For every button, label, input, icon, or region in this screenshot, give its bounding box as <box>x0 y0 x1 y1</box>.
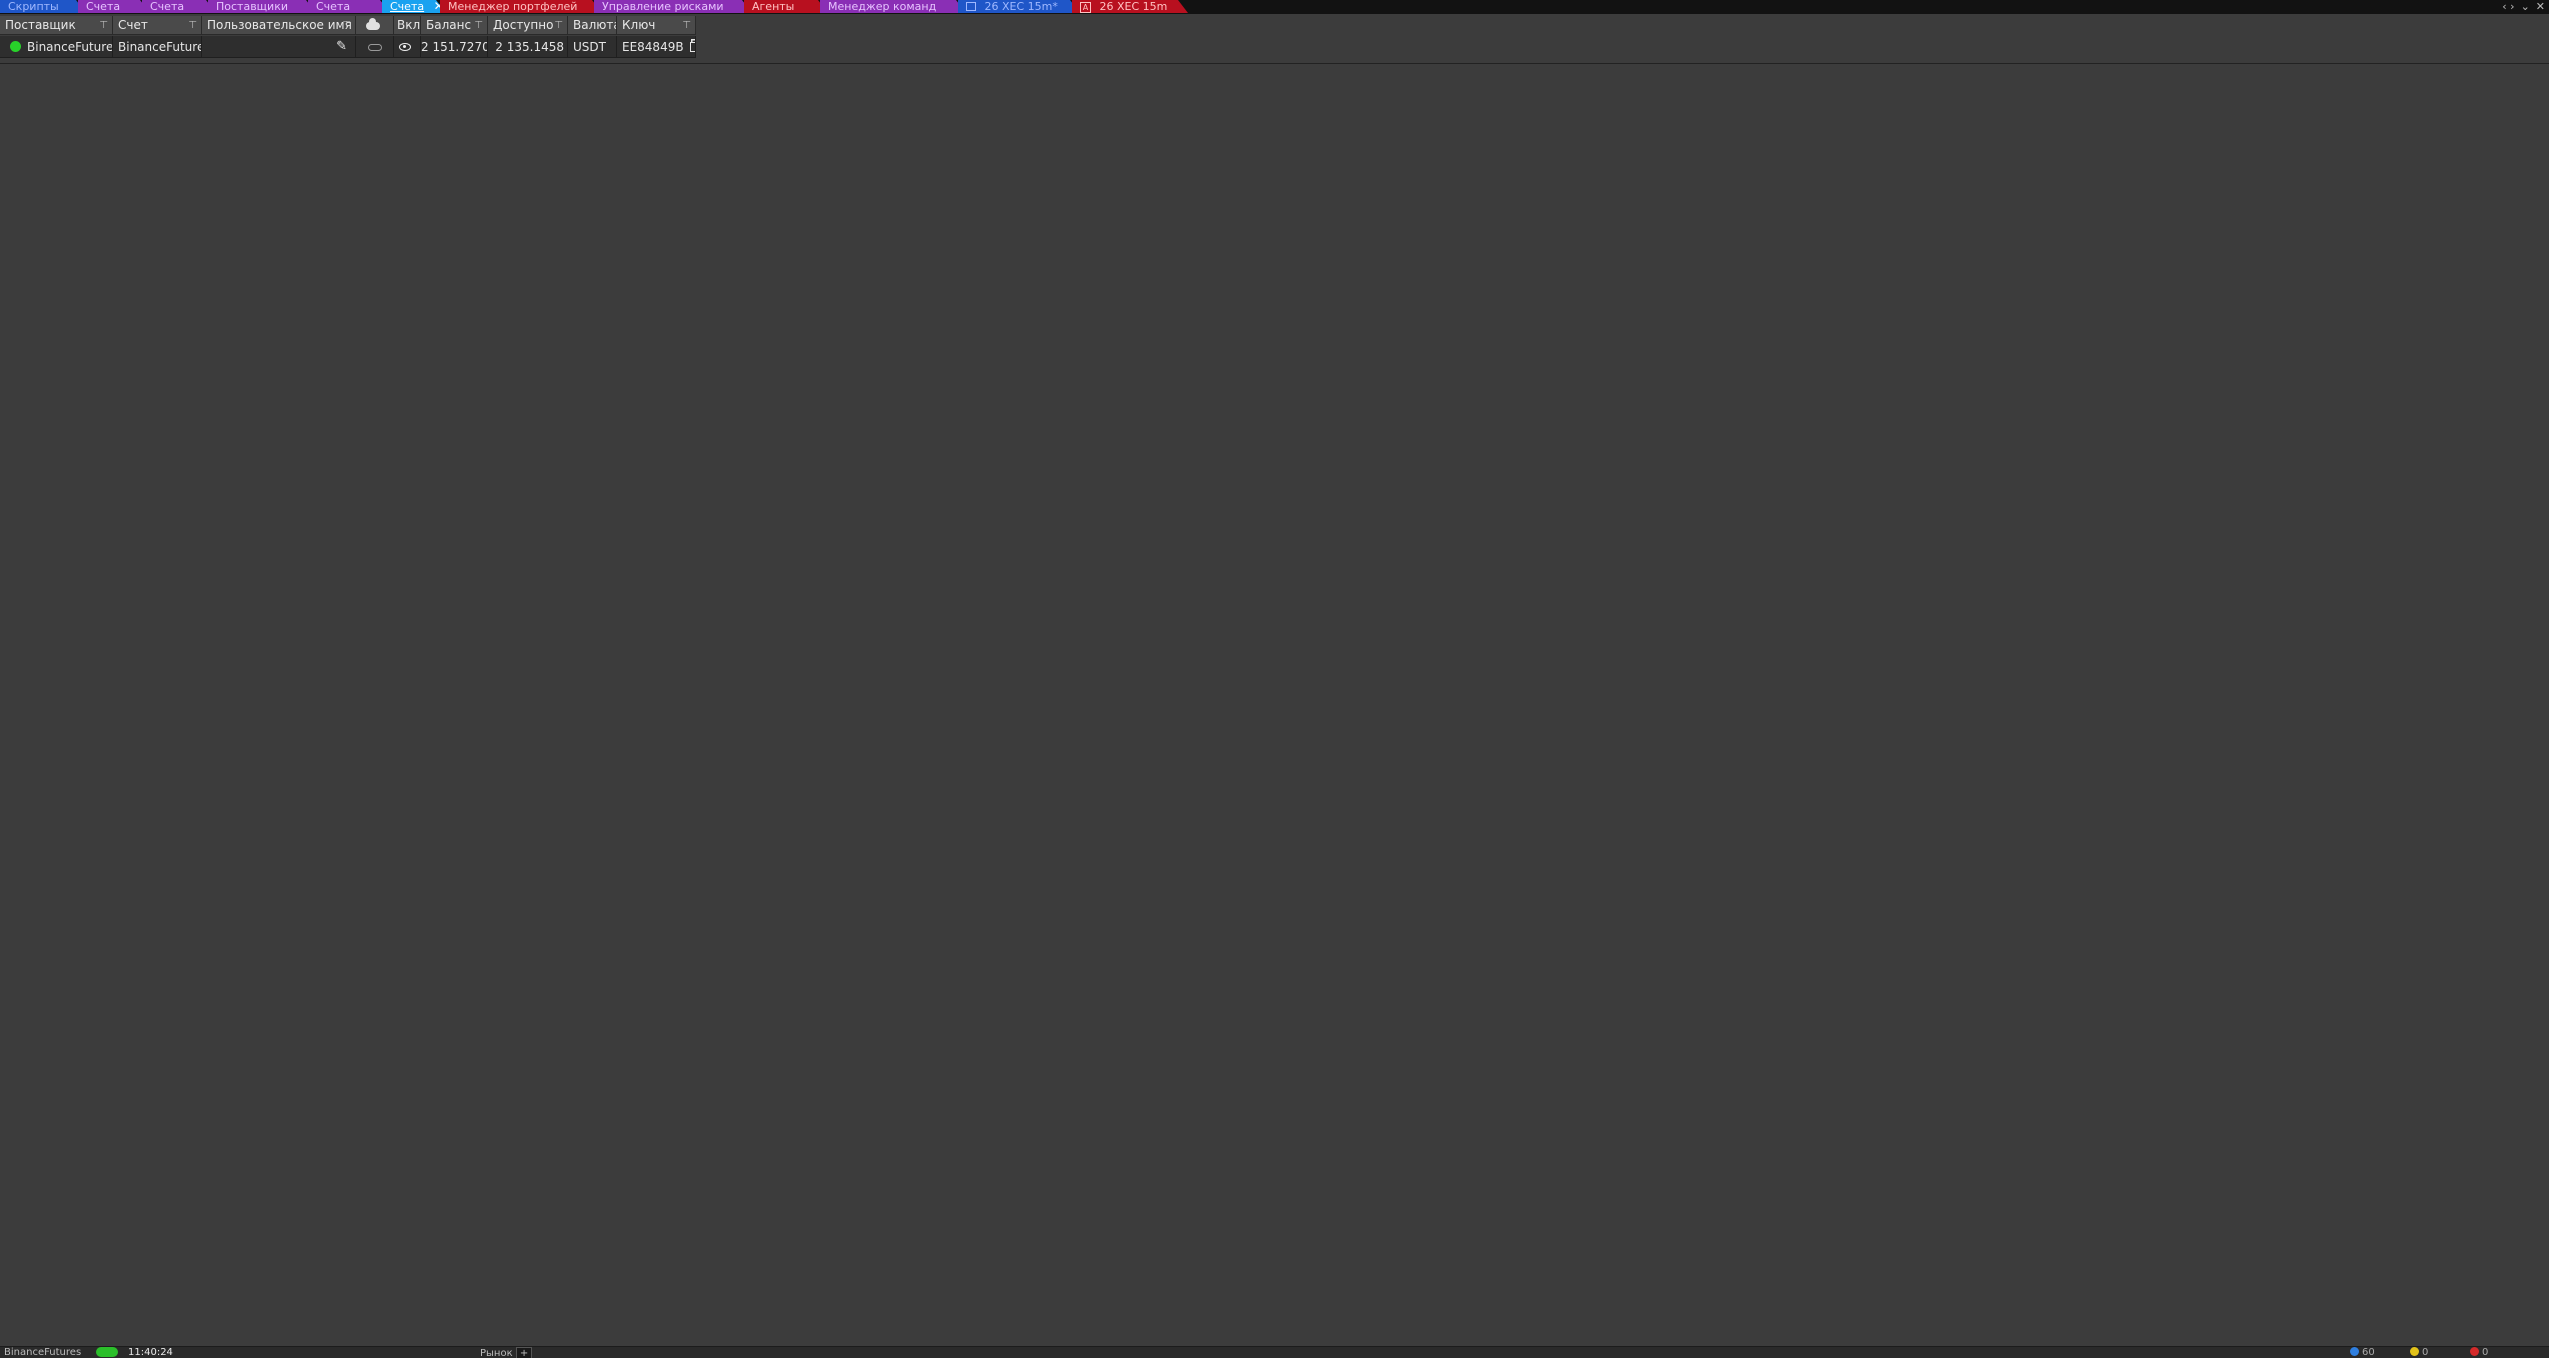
status-time: 11:40:24 <box>128 1347 173 1358</box>
filter-icon[interactable]: ⊤ <box>682 16 691 34</box>
connection-indicator[interactable] <box>96 1347 118 1358</box>
column-header-label: Ключ <box>622 18 656 32</box>
badge-icon: A <box>1080 2 1091 13</box>
column-header-account[interactable]: Счет ⊤ <box>113 16 202 35</box>
pencil-icon[interactable]: ✎ <box>336 36 347 57</box>
warning-icon <box>2410 1347 2419 1356</box>
close-icon[interactable]: ✕ <box>2536 0 2545 13</box>
chevron-down-icon[interactable]: ⌄ <box>2521 0 2530 13</box>
cell-enabled[interactable] <box>394 36 421 58</box>
cloud-outline-icon[interactable] <box>368 44 382 51</box>
status-connection-name: BinanceFutures <box>4 1347 82 1358</box>
tab-chart-xec-2[interactable]: A 26 XEC 15m <box>1072 0 1188 13</box>
nav-arrows-icon[interactable]: ‹ › <box>2502 0 2514 13</box>
column-header-label: Пользовательское имя <box>207 18 352 32</box>
tab-accounts-active[interactable]: Счета ✕ <box>382 0 446 13</box>
currency-value: USDT <box>573 40 606 54</box>
tab-label: 26 XEC 15m <box>1099 0 1168 13</box>
account-name: BinanceFutures <box>118 40 202 54</box>
cell-currency: USDT <box>568 36 617 58</box>
column-header-label: Вкл <box>397 18 421 32</box>
tab-risk-management[interactable]: Управление рисками <box>594 0 752 13</box>
connection-status-icon <box>96 1347 118 1357</box>
error-icon <box>2470 1347 2479 1356</box>
chart-icon <box>966 2 976 11</box>
balance-value: 2 151.7270 <box>421 40 488 54</box>
connection-status-dot <box>10 41 21 52</box>
column-header-label: Счет <box>118 18 148 32</box>
tab-label: Агенты <box>752 0 795 13</box>
eye-icon[interactable] <box>399 43 411 51</box>
cell-balance: 2 151.7270 <box>421 36 488 58</box>
column-header-label: Валюта <box>573 18 617 32</box>
tab-label: Менеджер команд <box>828 0 937 13</box>
tab-accounts-1[interactable]: Счета <box>78 0 150 13</box>
cloud-icon <box>366 18 380 30</box>
filter-icon[interactable]: ⊤ <box>188 16 197 34</box>
key-value: EE84849B <box>622 40 684 54</box>
window-controls: ‹ › ⌄ ✕ <box>2502 0 2549 13</box>
cell-key[interactable]: EE84849B <box>617 36 696 58</box>
status-stat-red: 0 <box>2470 1347 2488 1358</box>
tab-chart-xec-1[interactable]: 26 XEC 15m* <box>958 0 1080 13</box>
column-header-enabled[interactable]: Вкл <box>394 16 421 35</box>
filter-icon[interactable]: ⊤ <box>99 16 108 34</box>
filter-icon[interactable]: ⊤ <box>342 16 351 34</box>
tab-label: 26 XEC 15m* <box>984 0 1058 13</box>
tab-agents[interactable]: Агенты <box>744 0 828 13</box>
info-dot-icon <box>2350 1347 2359 1356</box>
column-header-key[interactable]: Ключ ⊤ <box>617 16 696 35</box>
filter-icon[interactable]: ⊤ <box>474 16 483 34</box>
status-stat-yellow: 0 <box>2410 1347 2428 1358</box>
tab-scripts[interactable]: Скрипты <box>0 0 86 13</box>
column-header-label: Баланс <box>426 18 472 32</box>
tab-accounts-3[interactable]: Счета <box>308 0 390 13</box>
status-page-selector[interactable]: Рынок + <box>480 1347 533 1358</box>
tab-bar: Скрипты Счета Счета Поставщики Счета Сче… <box>0 0 2549 14</box>
column-header-available[interactable]: Доступно ⊤ <box>488 16 568 35</box>
tab-label: Менеджер портфелей <box>448 0 578 13</box>
tab-label: Скрипты <box>8 0 59 13</box>
stat-value: 0 <box>2422 1347 2429 1358</box>
cell-provider[interactable]: BinanceFutures <box>0 36 113 58</box>
column-header-label: Доступно <box>493 18 554 32</box>
column-header-provider[interactable]: Поставщик ⊤ <box>0 16 113 35</box>
status-stat-blue: 60 <box>2350 1347 2375 1358</box>
tab-label: Счета <box>150 0 185 13</box>
tab-providers[interactable]: Поставщики <box>208 0 316 13</box>
cell-cloud[interactable] <box>356 36 394 58</box>
filter-icon[interactable]: ⊤ <box>554 16 563 34</box>
provider-name: BinanceFutures <box>27 40 113 54</box>
copy-icon[interactable] <box>689 42 695 52</box>
available-value: 2 135.1458 <box>495 40 564 54</box>
cell-custom-name[interactable]: ✎ <box>202 36 356 58</box>
stat-value: 0 <box>2482 1347 2489 1358</box>
cell-available: 2 135.1458 <box>488 36 568 58</box>
tab-label: Поставщики <box>216 0 288 13</box>
status-page-label: Рынок <box>480 1348 513 1358</box>
plus-icon[interactable]: + <box>515 1347 533 1358</box>
column-header-label: Поставщик <box>5 18 76 32</box>
tab-command-manager[interactable]: Менеджер команд <box>820 0 966 13</box>
tab-label: Счета <box>316 0 351 13</box>
tab-accounts-2[interactable]: Счета <box>142 0 216 13</box>
cell-account[interactable]: BinanceFutures <box>113 36 202 58</box>
tab-label: Счета <box>390 0 425 13</box>
status-bar: BinanceFutures 11:40:24 Рынок + 60 0 0 <box>0 1346 2549 1358</box>
column-header-balance[interactable]: Баланс ⊤ <box>421 16 488 35</box>
column-header-cloud[interactable] <box>356 16 394 35</box>
grid-divider <box>0 63 2549 64</box>
tab-label: Счета <box>86 0 121 13</box>
tab-label: Управление рисками <box>602 0 724 13</box>
column-header-currency[interactable]: Валюта ⊤ <box>568 16 617 35</box>
column-header-custom-name[interactable]: Пользовательское имя ⊤ <box>202 16 356 35</box>
stat-value: 60 <box>2362 1347 2375 1358</box>
tab-portfolio-manager[interactable]: Менеджер портфелей <box>440 0 602 13</box>
